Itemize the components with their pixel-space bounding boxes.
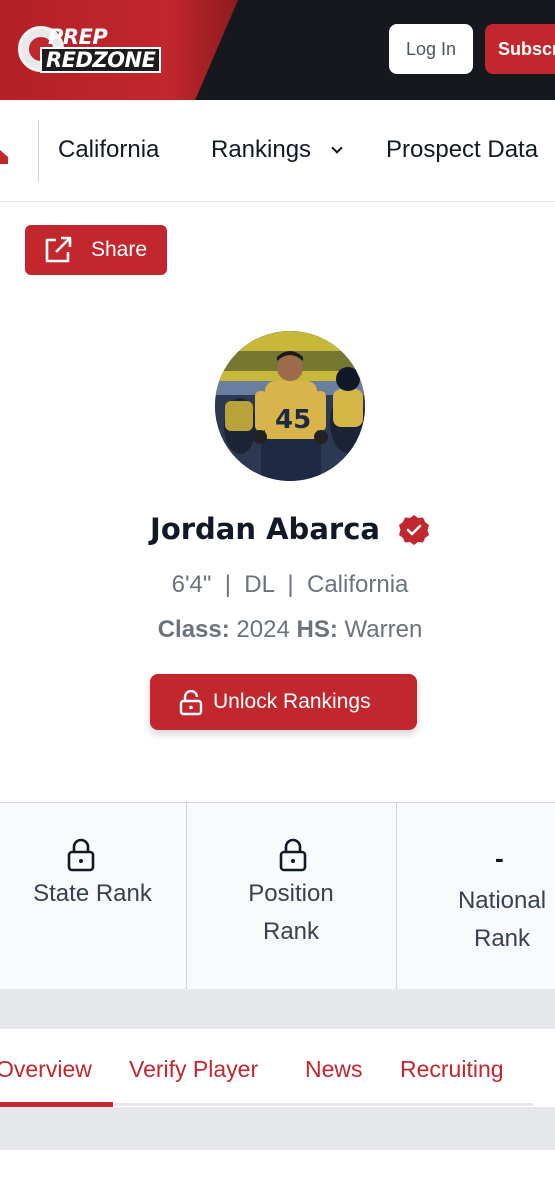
unlock-rankings-label: Unlock Rankings <box>213 690 371 713</box>
logo-text-redzone: REDZONE <box>40 47 162 73</box>
player-meta: 6'4" | DL | California <box>171 571 409 598</box>
hs-name: Warren <box>344 616 423 643</box>
player-position: DL <box>244 571 275 598</box>
nav-item-rankings[interactable]: Rankings <box>211 136 311 164</box>
nav-item-california[interactable]: California <box>58 136 159 164</box>
jersey-number: 45 <box>275 405 311 435</box>
verified-badge-icon <box>399 515 429 545</box>
home-icon[interactable] <box>0 150 8 164</box>
top-header: PREP REDZONE Log In Subscribe <box>0 0 555 100</box>
share-external-icon <box>45 236 72 263</box>
main-nav: California Rankings Prospect Data <box>0 100 555 202</box>
share-button[interactable]: Share <box>25 225 167 275</box>
nav-item-prospect-data[interactable]: Prospect Data <box>386 136 538 164</box>
state-rank-label: State Rank <box>33 880 152 907</box>
unlock-rankings-button[interactable]: Unlock Rankings <box>150 674 417 730</box>
logo-text-prep: PREP <box>48 25 108 49</box>
tab-track <box>113 1103 533 1106</box>
hs-label: HS: <box>296 616 338 643</box>
position-rank-card: Position Rank <box>186 803 395 989</box>
lock-icon <box>67 838 95 872</box>
tab-recruiting[interactable]: Recruiting <box>400 1056 504 1083</box>
player-state: California <box>307 571 409 598</box>
section-card <box>0 1150 555 1200</box>
rank-cards: State Rank Position Rank - National Rank <box>0 802 555 989</box>
unlock-icon <box>179 690 203 716</box>
state-rank-card: State Rank <box>0 803 185 989</box>
national-rank-label: National Rank <box>457 887 547 952</box>
active-tab-indicator <box>0 1102 113 1107</box>
player-photo: 45 <box>215 331 365 481</box>
position-rank-label: Position Rank <box>248 880 334 945</box>
prep-redzone-logo[interactable]: PREP REDZONE <box>18 24 170 76</box>
lock-icon <box>279 838 307 872</box>
player-height: 6'4" <box>171 571 212 598</box>
class-year: 2024 <box>236 616 290 643</box>
player-name: Jordan Abarca <box>150 512 380 546</box>
national-rank-card: - National Rank <box>396 803 555 989</box>
chevron-down-icon[interactable] <box>331 142 343 154</box>
tab-verify-player[interactable]: Verify Player <box>129 1056 258 1083</box>
nav-divider <box>38 120 39 182</box>
subscribe-button[interactable]: Subscribe <box>485 24 555 74</box>
national-rank-value: - <box>495 843 504 873</box>
profile-tabs: Overview Verify Player News Recruiting <box>0 1029 555 1107</box>
player-class-hs: Class: 2024 HS: Warren <box>0 616 555 644</box>
tab-overview[interactable]: Overview <box>0 1056 92 1083</box>
tab-news[interactable]: News <box>305 1056 363 1083</box>
share-label: Share <box>91 238 148 261</box>
login-button[interactable]: Log In <box>389 24 473 74</box>
class-label: Class: <box>157 616 230 643</box>
player-avatar: 45 <box>215 331 365 481</box>
